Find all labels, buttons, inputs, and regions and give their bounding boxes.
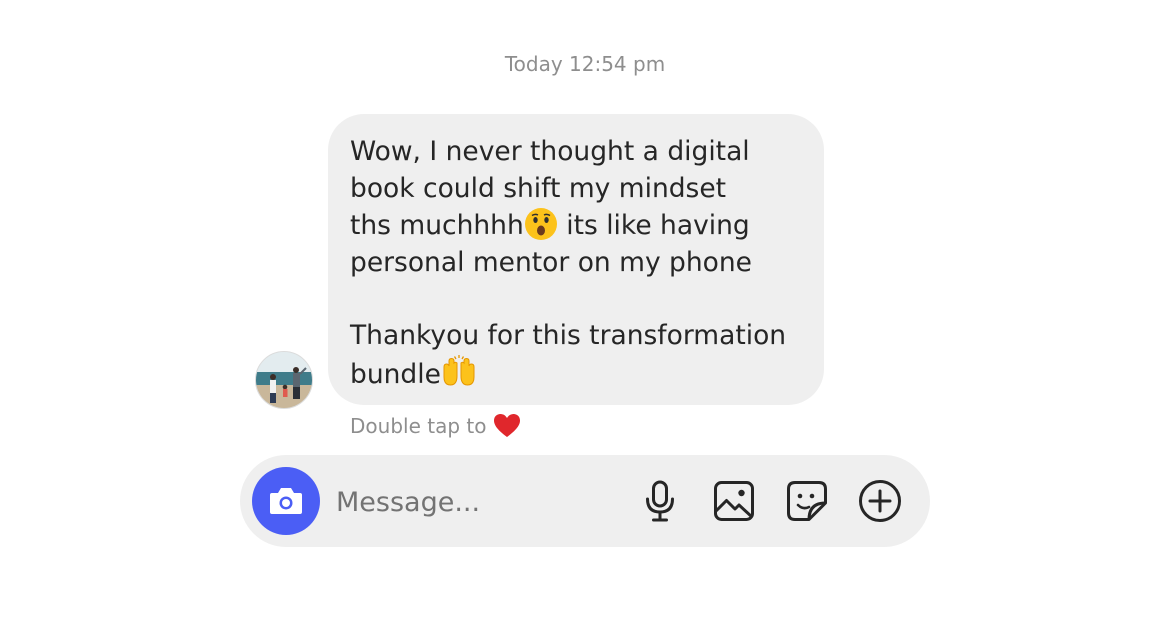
message-line: ths muchhhh its like having	[350, 207, 802, 245]
message-input[interactable]	[334, 477, 618, 527]
double-tap-hint: Double tap to	[350, 414, 521, 438]
hushed-face-icon	[524, 208, 557, 241]
more-options-button[interactable]	[858, 479, 902, 523]
plus-icon	[859, 480, 901, 522]
sticker-icon	[787, 481, 827, 521]
message-line: Wow, I never thought a digital	[350, 136, 750, 167]
message-line: personal mentor on my phone	[350, 246, 752, 278]
gallery-button[interactable]	[712, 479, 756, 523]
message-timestamp: Today 12:54 pm	[504, 52, 666, 76]
message-line: Thankyou for this transformation	[350, 319, 787, 351]
camera-icon	[270, 488, 302, 514]
double-tap-hint-text: Double tap to	[350, 414, 487, 438]
message-composer	[240, 455, 930, 547]
sticker-button[interactable]	[785, 479, 829, 523]
heart-icon	[494, 414, 521, 437]
message-line: book could shift my mindset	[350, 172, 727, 204]
raising-hands-icon	[443, 354, 475, 386]
voice-message-button[interactable]	[638, 479, 682, 523]
camera-button[interactable]	[252, 467, 320, 535]
microphone-icon	[646, 480, 674, 522]
message-bubble[interactable]: Wow, I never thought a digital book coul…	[328, 114, 824, 405]
avatar[interactable]	[255, 351, 313, 409]
gallery-icon	[714, 481, 754, 521]
message-line: bundle	[350, 354, 802, 394]
